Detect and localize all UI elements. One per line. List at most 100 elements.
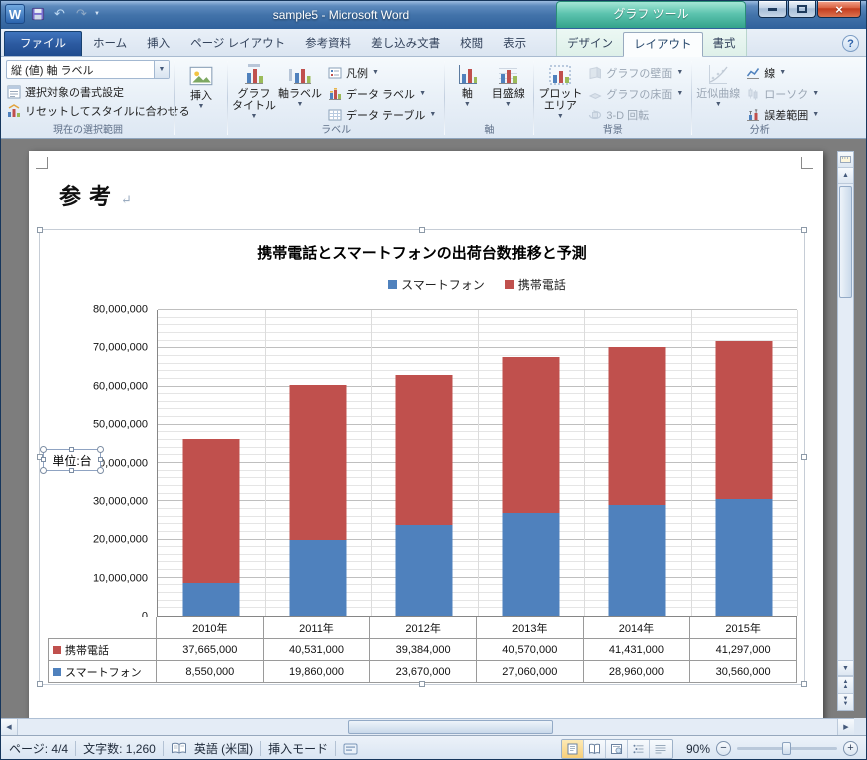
chart-legend[interactable]: スマートフォン 携帯電話 xyxy=(157,276,797,293)
axis-titles-button[interactable]: 軸ラベル ▼ xyxy=(277,59,323,124)
bar-segment[interactable] xyxy=(608,346,666,506)
vertical-scroll-thumb[interactable] xyxy=(839,186,852,298)
axes-button[interactable]: 軸 ▼ xyxy=(448,59,486,124)
language-indicator[interactable]: 英語 (米国) xyxy=(194,740,253,757)
tab-chart-layout[interactable]: レイアウト xyxy=(623,32,703,57)
vertical-axis-title-textbox[interactable]: 単位:台 xyxy=(40,446,104,474)
scroll-right-button[interactable]: ▶ xyxy=(837,719,854,735)
help-icon[interactable]: ? xyxy=(842,35,859,52)
textbox-handle[interactable] xyxy=(97,446,104,453)
tab-chart-format[interactable]: 書式 xyxy=(703,32,746,56)
scroll-up-button[interactable]: ▲ xyxy=(838,168,853,184)
insert-group-button[interactable]: 挿入 ▼ xyxy=(178,59,224,124)
scroll-left-button[interactable]: ◀ xyxy=(1,719,18,735)
bar-segment[interactable] xyxy=(182,439,240,584)
gridlines-button[interactable]: 目盛線 ▼ xyxy=(486,59,530,124)
zoom-slider[interactable] xyxy=(737,742,837,755)
chart-title[interactable]: 携帯電話とスマートフォンの出荷台数推移と予測 xyxy=(40,242,804,263)
horizontal-scroll-track[interactable] xyxy=(18,719,837,735)
horizontal-scrollbar[interactable]: ◀ ▶ xyxy=(1,718,854,735)
legend-button[interactable]: 凡例 ▼ xyxy=(323,63,441,82)
tab-view[interactable]: 表示 xyxy=(493,32,536,56)
zoom-out-button[interactable]: − xyxy=(716,741,731,756)
view-web-layout-button[interactable] xyxy=(605,739,628,758)
document-page[interactable]: 参考↵ 携帯電話とスマートフォンの出荷台数推移と予測 スマートフォン携帯電話 0… xyxy=(29,151,823,718)
bar-segment[interactable] xyxy=(715,499,773,616)
textbox-handle[interactable] xyxy=(98,457,103,462)
textbox-handle[interactable] xyxy=(69,447,74,452)
textbox-handle[interactable] xyxy=(40,446,47,453)
chart-handle[interactable] xyxy=(801,681,807,687)
legend-item[interactable]: スマートフォン xyxy=(388,276,485,293)
bar-segment[interactable] xyxy=(395,374,453,526)
reset-to-style-button[interactable]: リセットしてスタイルに合わせる xyxy=(5,101,190,120)
tab-chart-design[interactable]: デザイン xyxy=(557,32,623,56)
format-selection-button[interactable]: 選択対象の書式設定 xyxy=(5,82,171,101)
ruler-toggle-button[interactable] xyxy=(838,152,853,168)
zoom-level[interactable]: 90% xyxy=(686,742,710,756)
bar-segment[interactable] xyxy=(182,583,240,616)
vertical-scrollbar[interactable]: ▲ ▼ ▲ ▲ ▼ ▼ xyxy=(837,151,854,711)
plot-area[interactable] xyxy=(157,309,798,617)
qat-customize-dropdown[interactable]: ▼ xyxy=(94,11,104,17)
chart-handle[interactable] xyxy=(37,681,43,687)
textbox-handle[interactable] xyxy=(41,457,46,462)
stacked-bar[interactable] xyxy=(502,310,560,616)
view-fullscreen-reading-button[interactable] xyxy=(583,739,606,758)
tab-review[interactable]: 校閲 xyxy=(450,32,493,56)
tab-page-layout[interactable]: ページ レイアウト xyxy=(180,32,295,56)
zoom-in-button[interactable]: + xyxy=(843,741,858,756)
view-outline-button[interactable] xyxy=(627,739,650,758)
chart-title-button[interactable]: グラフ タイトル ▼ xyxy=(231,59,277,124)
stacked-bar[interactable] xyxy=(289,310,347,616)
close-button[interactable]: × xyxy=(817,1,861,18)
stacked-bar[interactable] xyxy=(182,310,240,616)
bar-segment[interactable] xyxy=(289,540,347,616)
bar-segment[interactable] xyxy=(502,357,560,513)
textbox-handle[interactable] xyxy=(97,467,104,474)
chart-handle[interactable] xyxy=(801,454,807,460)
legend-item[interactable]: 携帯電話 xyxy=(504,276,566,293)
tab-file[interactable]: ファイル xyxy=(4,31,82,56)
stacked-bar[interactable] xyxy=(395,310,453,616)
previous-page-button[interactable]: ▲ ▲ xyxy=(838,676,853,693)
save-button[interactable] xyxy=(28,5,47,23)
view-print-layout-button[interactable] xyxy=(561,739,584,758)
page-indicator[interactable]: ページ: 4/4 xyxy=(9,740,68,757)
data-labels-button[interactable]: データ ラベル ▼ xyxy=(323,84,441,103)
error-bars-button[interactable]: 誤差範囲 ▼ xyxy=(741,105,824,124)
char-count[interactable]: 文字数: 1,260 xyxy=(83,740,156,757)
next-page-button[interactable]: ▼ ▼ xyxy=(838,693,853,710)
stacked-bar[interactable] xyxy=(608,310,666,616)
chart-handle[interactable] xyxy=(37,227,43,233)
scroll-down-button[interactable]: ▼ xyxy=(838,660,853,676)
data-table-button[interactable]: データ テーブル ▼ xyxy=(323,105,441,124)
chart-element-combobox[interactable]: 縦 (値) 軸 ラベル ▼ xyxy=(6,60,170,79)
lines-button[interactable]: 線 ▼ xyxy=(741,63,824,82)
zoom-slider-thumb[interactable] xyxy=(782,742,791,755)
tab-home[interactable]: ホーム xyxy=(83,32,137,56)
bar-segment[interactable] xyxy=(502,512,560,616)
stacked-bar[interactable] xyxy=(715,310,773,616)
chart-handle[interactable] xyxy=(419,227,425,233)
vertical-scroll-track[interactable] xyxy=(838,184,853,660)
redo-button[interactable]: ↷ xyxy=(72,5,91,23)
tab-mailings[interactable]: 差し込み文書 xyxy=(361,32,450,56)
textbox-handle[interactable] xyxy=(40,467,47,474)
bar-segment[interactable] xyxy=(608,505,666,616)
insert-mode-indicator[interactable]: 挿入モード xyxy=(268,740,328,757)
plot-area-button[interactable]: プロット エリア ▼ xyxy=(537,59,583,124)
horizontal-scroll-thumb[interactable] xyxy=(348,720,553,734)
undo-button[interactable]: ↶ xyxy=(50,5,69,23)
bar-segment[interactable] xyxy=(395,525,453,616)
chart-data-table[interactable]: 2010年 2011年 2012年 2013年 2014年 2015年 携帯電話 37,665… xyxy=(48,617,797,683)
chart-handle[interactable] xyxy=(419,681,425,687)
ime-status-icon[interactable] xyxy=(343,743,358,755)
maximize-button[interactable] xyxy=(788,1,816,18)
view-draft-button[interactable] xyxy=(649,739,672,758)
proofing-status-icon[interactable] xyxy=(171,742,187,755)
tab-insert[interactable]: 挿入 xyxy=(137,32,180,56)
tab-references[interactable]: 参考資料 xyxy=(295,32,361,56)
chart-handle[interactable] xyxy=(801,227,807,233)
combobox-dropdown-icon[interactable]: ▼ xyxy=(154,61,169,78)
